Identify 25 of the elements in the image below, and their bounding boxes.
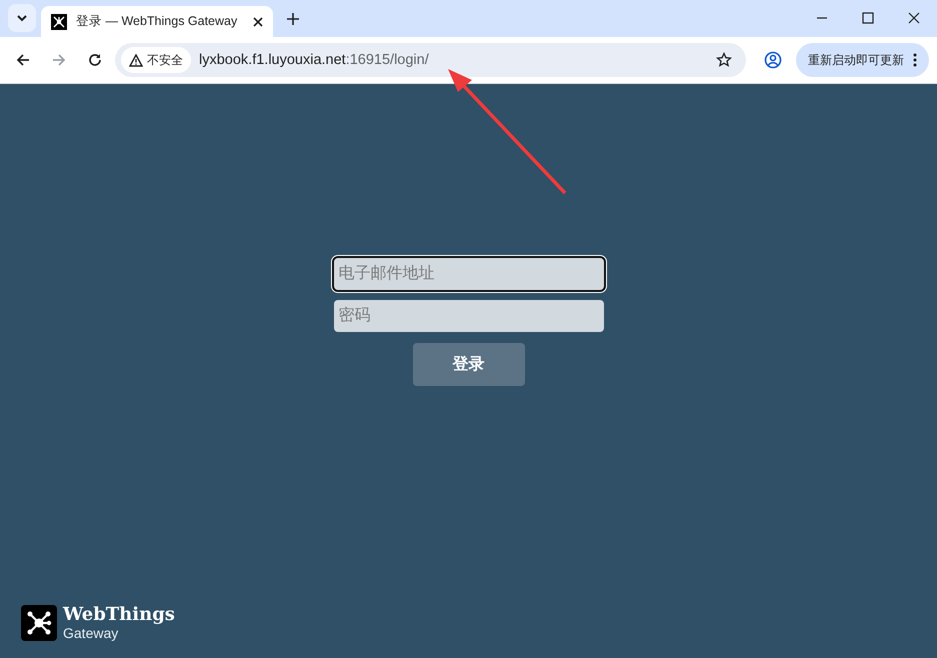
- logo-subtitle: Gateway: [63, 626, 120, 640]
- warning-icon: [129, 54, 143, 66]
- input-field[interactable]: 密码: [334, 300, 604, 332]
- logo-title: WebThings: [63, 606, 175, 624]
- reload-icon[interactable]: [87, 52, 103, 68]
- new-tab-icon[interactable]: [287, 13, 299, 25]
- close-icon[interactable]: [908, 12, 920, 24]
- browser-tab[interactable]: 登录 — WebThings Gateway: [41, 6, 273, 37]
- favicon-icon: [51, 14, 67, 30]
- forward-icon[interactable]: [51, 52, 67, 68]
- maximize-icon[interactable]: [862, 12, 874, 24]
- more-icon[interactable]: [913, 53, 917, 67]
- profile-icon[interactable]: [764, 51, 782, 69]
- back-icon[interactable]: [15, 52, 31, 68]
- close-icon[interactable]: [253, 16, 263, 26]
- address-bar[interactable]: 不安全 lyxbook.f1.luyouxia.net:16915/login/: [115, 43, 746, 77]
- logo-icon: [21, 605, 57, 641]
- bookmark-star-icon[interactable]: [716, 52, 732, 68]
- tab-search-button[interactable]: [8, 4, 36, 32]
- update-button[interactable]: 重新启动即可更新: [796, 43, 929, 77]
- tab-title: 登录 — WebThings Gateway: [76, 13, 238, 30]
- input-field[interactable]: 电子邮件地址: [334, 258, 604, 290]
- security-chip[interactable]: 不安全: [121, 47, 191, 73]
- url-text: lyxbook.f1.luyouxia.net:16915/login/: [199, 52, 430, 68]
- login-button[interactable]: 登录: [412, 343, 524, 386]
